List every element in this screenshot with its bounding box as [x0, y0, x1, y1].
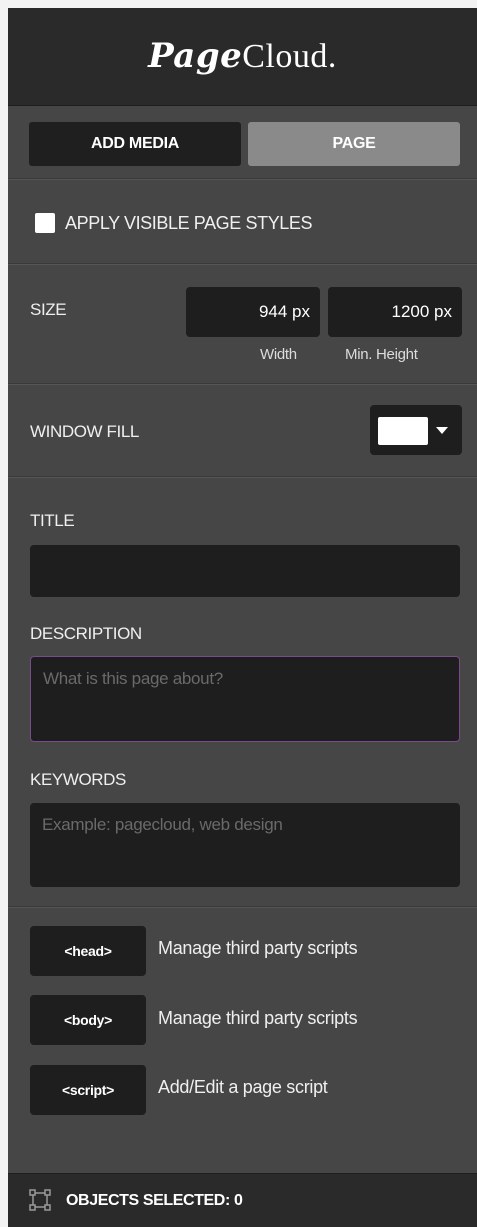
- window-fill-color-picker[interactable]: [370, 405, 462, 455]
- title-label: TITLE: [30, 511, 75, 530]
- page-settings-panel: PageCloud. ADD MEDIA PAGE APPLY VISIBLE …: [8, 8, 477, 1227]
- width-input[interactable]: 944 px: [186, 287, 320, 337]
- tab-add-media[interactable]: ADD MEDIA: [29, 122, 241, 166]
- title-input[interactable]: [30, 545, 460, 597]
- description-label: DESCRIPTION: [30, 624, 142, 643]
- divider: [8, 178, 477, 180]
- window-fill-label: WINDOW FILL: [30, 422, 139, 441]
- divider: [8, 476, 477, 478]
- divider: [8, 906, 477, 908]
- size-label: SIZE: [30, 300, 67, 319]
- body-scripts-description: Manage third party scripts: [158, 1008, 358, 1028]
- head-scripts-button[interactable]: <head>: [30, 926, 146, 976]
- page-script-description: Add/Edit a page script: [158, 1077, 328, 1097]
- objects-selected-status: OBJECTS SELECTED: 0: [66, 1192, 243, 1210]
- keywords-input[interactable]: Example: pagecloud, web design: [30, 803, 460, 887]
- apply-page-styles-option[interactable]: APPLY VISIBLE PAGE STYLES: [35, 208, 313, 238]
- width-caption: Width: [260, 346, 297, 363]
- divider: [8, 263, 477, 265]
- apply-page-styles-label: APPLY VISIBLE PAGE STYLES: [65, 212, 313, 233]
- tab-page[interactable]: PAGE: [248, 122, 460, 166]
- chevron-down-icon: [436, 427, 448, 434]
- description-input[interactable]: What is this page about?: [30, 656, 460, 742]
- keywords-label: KEYWORDS: [30, 770, 126, 789]
- page-script-button[interactable]: <script>: [30, 1065, 146, 1115]
- objects-selected-count: 0: [233, 1192, 243, 1209]
- header: PageCloud.: [8, 8, 477, 106]
- min-height-input[interactable]: 1200 px: [328, 287, 462, 337]
- body-scripts-button[interactable]: <body>: [30, 995, 146, 1045]
- selection-icon: [29, 1189, 51, 1211]
- apply-page-styles-checkbox[interactable]: [35, 213, 55, 233]
- divider: [8, 383, 477, 385]
- head-scripts-description: Manage third party scripts: [158, 938, 358, 958]
- min-height-caption: Min. Height: [345, 346, 418, 363]
- objects-selected-label: OBJECTS SELECTED:: [66, 1192, 230, 1209]
- footer-status-bar: OBJECTS SELECTED: 0: [8, 1173, 477, 1227]
- pagecloud-logo: PageCloud.: [148, 36, 337, 76]
- color-swatch: [378, 417, 428, 445]
